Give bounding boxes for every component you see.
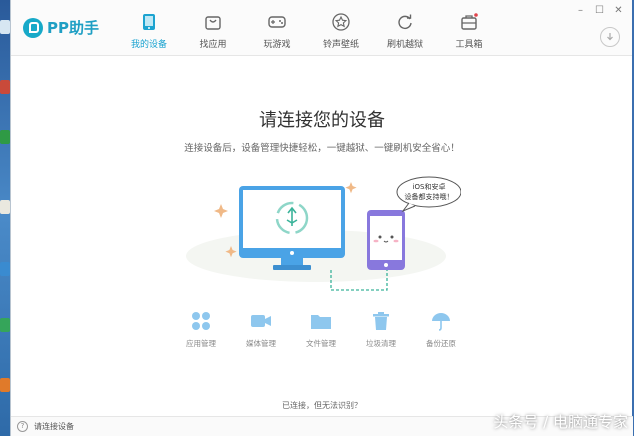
phone-icon <box>139 12 159 32</box>
feature-label: 备份还原 <box>426 339 456 348</box>
star-icon <box>331 12 351 32</box>
umbrella-icon <box>430 310 452 332</box>
app-window: PP助手 我的设备 找应用 玩游戏 铃声壁纸 刷机越狱 工具箱 – ☐ ✕ 请连… <box>10 0 633 436</box>
bag-icon <box>203 12 223 32</box>
gamepad-icon <box>267 12 287 32</box>
desktop-icon[interactable] <box>0 20 10 34</box>
main-content: 请连接您的设备 连接设备后，设备管理快捷轻松，一键越狱、一键刷机安全省心！ iO… <box>11 56 632 416</box>
feature-media-management: 媒体管理 <box>231 310 291 349</box>
window-controls: – ☐ ✕ <box>573 4 626 17</box>
nav-label: 铃声壁纸 <box>322 40 359 50</box>
feature-list: 应用管理 媒体管理 文件管理 垃圾清理 备份还原 <box>171 310 471 349</box>
desktop-icon[interactable] <box>0 378 10 392</box>
nav-my-device[interactable]: 我的设备 <box>117 0 181 56</box>
nav-games[interactable]: 玩游戏 <box>245 0 309 56</box>
feature-app-management: 应用管理 <box>171 310 231 349</box>
feature-label: 应用管理 <box>186 339 216 348</box>
feature-file-management: 文件管理 <box>291 310 351 349</box>
connect-device-illustration: iOS和安卓 设备都支持哦！ <box>186 176 461 291</box>
desktop-icon[interactable] <box>0 318 10 332</box>
download-manager-button[interactable] <box>600 27 620 47</box>
nav-label: 找应用 <box>199 40 227 50</box>
svg-text:设备都支持哦！: 设备都支持哦！ <box>405 192 454 201</box>
connection-status: 请连接设备 <box>34 422 74 431</box>
unrecognized-device-link[interactable]: 已连接，但无法识别？ <box>11 400 633 411</box>
feature-label: 文件管理 <box>306 339 336 348</box>
apps-grid-icon <box>190 310 212 332</box>
watermark: 头条号 / 电脑通专家 <box>493 413 628 431</box>
nav-flash-jailbreak[interactable]: 刷机越狱 <box>373 0 437 56</box>
monitor-icon <box>239 186 345 270</box>
nav-label: 刷机越狱 <box>386 40 423 50</box>
app-logo: PP助手 <box>23 17 99 38</box>
minimize-button[interactable]: – <box>573 4 588 17</box>
folder-icon <box>310 310 332 332</box>
smartphone-icon <box>367 210 405 270</box>
desktop-icon[interactable] <box>0 80 10 94</box>
logo-text: PP助手 <box>47 19 99 37</box>
nav-label: 我的设备 <box>130 40 167 50</box>
nav-toolbox[interactable]: 工具箱 <box>437 0 501 56</box>
nav-label: 工具箱 <box>455 40 483 50</box>
feature-label: 媒体管理 <box>246 339 276 348</box>
help-icon[interactable]: ? <box>17 421 28 432</box>
page-subtitle: 连接设备后，设备管理快捷轻松，一键越狱、一键刷机安全省心！ <box>184 143 460 154</box>
page-title: 请连接您的设备 <box>259 110 385 131</box>
toolbox-icon <box>459 12 479 32</box>
maximize-button[interactable]: ☐ <box>592 4 607 17</box>
nav-label: 玩游戏 <box>263 40 291 50</box>
feature-backup-restore: 备份还原 <box>411 310 471 349</box>
pp-logo-icon <box>23 17 43 38</box>
speech-bubble: iOS和安卓 设备都支持哦！ <box>396 176 461 213</box>
svg-text:iOS和安卓: iOS和安卓 <box>413 182 446 191</box>
main-nav: 我的设备 找应用 玩游戏 铃声壁纸 刷机越狱 工具箱 <box>117 0 501 56</box>
desktop-background <box>0 0 10 436</box>
feature-label: 垃圾清理 <box>366 339 396 348</box>
nav-find-apps[interactable]: 找应用 <box>181 0 245 56</box>
feature-junk-cleanup: 垃圾清理 <box>351 310 411 349</box>
close-button[interactable]: ✕ <box>611 4 626 17</box>
trash-icon <box>370 310 392 332</box>
desktop-icon[interactable] <box>0 262 10 276</box>
video-camera-icon <box>250 310 272 332</box>
download-icon <box>607 33 613 41</box>
sparkle-icon <box>214 204 228 218</box>
refresh-icon <box>395 12 415 32</box>
desktop-icon[interactable] <box>0 200 10 214</box>
titlebar: PP助手 我的设备 找应用 玩游戏 铃声壁纸 刷机越狱 工具箱 – ☐ ✕ <box>11 0 632 56</box>
sparkle-icon <box>345 182 357 194</box>
nav-ringtones[interactable]: 铃声壁纸 <box>309 0 373 56</box>
desktop-icon[interactable] <box>0 130 10 144</box>
